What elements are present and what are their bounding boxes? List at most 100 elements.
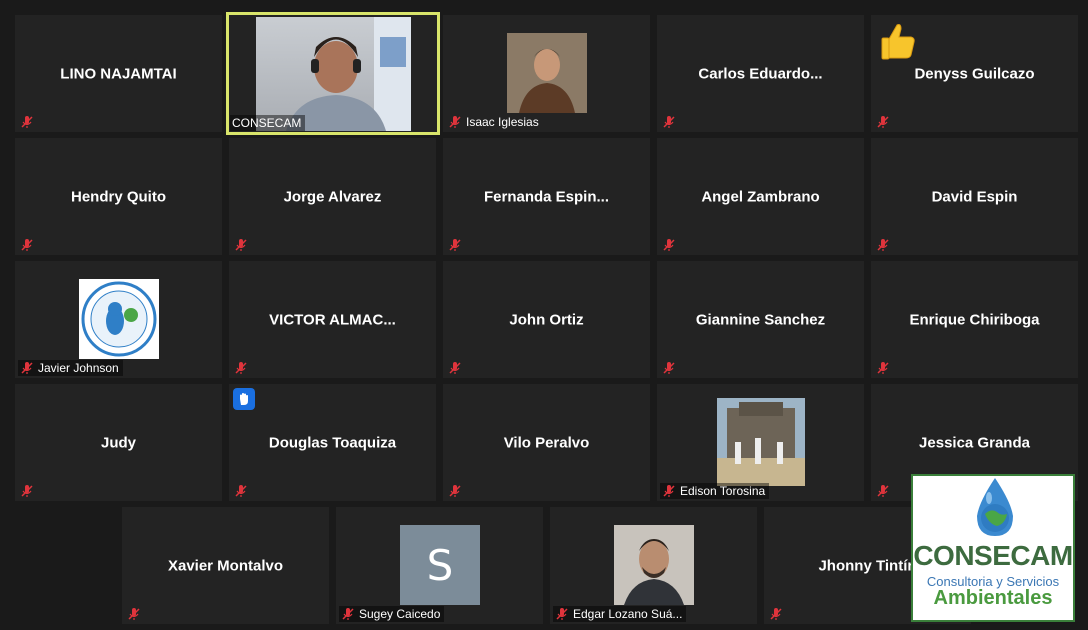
tile-footer — [18, 237, 38, 253]
participant-tile-judy[interactable]: Judy — [15, 384, 222, 501]
participant-name: David Espin — [931, 188, 1018, 205]
participant-tile-giannine-sanchez[interactable]: Giannine Sanchez — [657, 261, 864, 378]
participant-name: Carlos Eduardo... — [698, 65, 823, 82]
consecam-logo-overlay: CONSECAM Consultoria y Servicios Ambient… — [911, 474, 1075, 622]
mic-muted-icon — [21, 485, 33, 497]
tile-footer: Sugey Caicedo — [339, 606, 445, 622]
mic-muted-icon — [21, 239, 33, 251]
participant-tile-victor-almac[interactable]: VICTOR ALMAC... — [229, 261, 436, 378]
participant-tile-enrique-chiriboga[interactable]: Enrique Chiriboga — [871, 261, 1078, 378]
mic-muted-icon — [235, 362, 247, 374]
mic-muted-icon — [342, 608, 354, 620]
mic-muted-icon — [21, 362, 33, 374]
participant-tile-xavier-montalvo[interactable]: Xavier Montalvo — [122, 507, 329, 624]
participant-tile-hendry-quito[interactable]: Hendry Quito — [15, 138, 222, 255]
participant-label: CONSECAM — [232, 116, 302, 130]
participant-tile-edgar-lozano[interactable]: Edgar Lozano Suá... — [550, 507, 757, 624]
participant-label: Edgar Lozano Suá... — [573, 607, 683, 621]
participant-tile-david-espin[interactable]: David Espin — [871, 138, 1078, 255]
profile-photo — [614, 525, 694, 605]
tile-footer — [660, 114, 680, 130]
participant-name: Judy — [100, 434, 136, 451]
participant-tile-fernanda-espin[interactable]: Fernanda Espin... — [443, 138, 650, 255]
mic-muted-icon — [877, 239, 889, 251]
participant-name: Douglas Toaquiza — [268, 434, 397, 451]
tile-footer — [874, 483, 894, 499]
tile-footer — [18, 483, 38, 499]
participant-name: VICTOR ALMAC... — [269, 311, 396, 328]
participant-tile-edison-torosina[interactable]: Edison Torosina — [657, 384, 864, 501]
video-feed — [256, 17, 411, 131]
participant-name: Jessica Granda — [919, 434, 1030, 451]
participant-name: Vilo Peralvo — [503, 434, 590, 451]
participant-label: Edison Torosina — [680, 484, 766, 498]
mic-muted-icon — [877, 116, 889, 128]
participant-tile-carlos-eduardo[interactable]: Carlos Eduardo... — [657, 15, 864, 132]
participant-tile-lino-najamtai[interactable]: LINO NAJAMTAI — [15, 15, 222, 132]
mic-muted-icon — [21, 116, 33, 128]
tile-footer — [660, 360, 680, 376]
participant-tile-denyss-guilcazo[interactable]: Denyss Guilcazo — [871, 15, 1078, 132]
participant-label: Isaac Iglesias — [466, 115, 539, 129]
thumbs-up-icon — [881, 24, 915, 60]
profile-photo-logo — [79, 279, 159, 359]
participant-name: Xavier Montalvo — [167, 557, 284, 574]
participant-tile-jorge-alvarez[interactable]: Jorge Alvarez — [229, 138, 436, 255]
tile-footer — [767, 606, 787, 622]
participant-tile-angel-zambrano[interactable]: Angel Zambrano — [657, 138, 864, 255]
tile-footer: Isaac Iglesias — [446, 114, 543, 130]
tile-footer — [446, 360, 466, 376]
tile-footer — [874, 114, 894, 130]
participant-name: LINO NAJAMTAI — [60, 65, 177, 82]
mic-muted-icon — [235, 485, 247, 497]
participant-name: Angel Zambrano — [701, 188, 820, 205]
participant-tile-douglas-toaquiza[interactable]: Douglas Toaquiza — [229, 384, 436, 501]
water-drop-globe-icon — [977, 478, 1013, 536]
participant-name: Jorge Alvarez — [283, 188, 382, 205]
participant-tile-consecam[interactable]: CONSECAM — [226, 12, 440, 135]
participant-name: Fernanda Espin... — [483, 188, 610, 205]
mic-muted-icon — [663, 485, 675, 497]
tile-footer — [874, 360, 894, 376]
participant-label: Javier Johnson — [38, 361, 119, 375]
participant-name: Giannine Sanchez — [695, 311, 826, 328]
tile-footer: CONSECAM — [230, 115, 306, 131]
tile-footer — [125, 606, 145, 622]
participant-name: John Ortiz — [509, 311, 584, 328]
tile-footer — [18, 114, 38, 130]
participant-tile-vilo-peralvo[interactable]: Vilo Peralvo — [443, 384, 650, 501]
mic-muted-icon — [663, 116, 675, 128]
mic-muted-icon — [128, 608, 140, 620]
participant-label: Sugey Caicedo — [359, 607, 441, 621]
logo-title: CONSECAM — [913, 540, 1073, 571]
participant-tile-sugey-caicedo[interactable]: S Sugey Caicedo — [336, 507, 543, 624]
tile-footer — [446, 483, 466, 499]
tile-footer: Edison Torosina — [660, 483, 770, 499]
avatar-initial: S — [400, 525, 480, 605]
participant-tile-isaac-iglesias[interactable]: Isaac Iglesias — [443, 15, 650, 132]
tile-footer — [232, 483, 252, 499]
mic-muted-icon — [877, 485, 889, 497]
mic-muted-icon — [449, 362, 461, 374]
tile-footer — [232, 360, 252, 376]
mic-muted-icon — [663, 362, 675, 374]
mic-muted-icon — [877, 362, 889, 374]
participant-name: Hendry Quito — [70, 188, 166, 205]
tile-footer — [446, 237, 466, 253]
participant-tile-javier-johnson[interactable]: Javier Johnson — [15, 261, 222, 378]
tile-footer: Javier Johnson — [18, 360, 123, 376]
raised-hand-icon — [233, 388, 255, 410]
mic-muted-icon — [770, 608, 782, 620]
mic-muted-icon — [449, 485, 461, 497]
tile-footer: Edgar Lozano Suá... — [553, 606, 687, 622]
logo-subtitle-2: Ambientales — [933, 587, 1053, 609]
mic-muted-icon — [663, 239, 675, 251]
mic-muted-icon — [449, 239, 461, 251]
tile-footer — [660, 237, 680, 253]
profile-photo — [507, 33, 587, 113]
mic-muted-icon — [449, 116, 461, 128]
participant-name: Enrique Chiriboga — [909, 311, 1040, 328]
participant-tile-john-ortiz[interactable]: John Ortiz — [443, 261, 650, 378]
profile-photo — [717, 398, 805, 486]
mic-muted-icon — [235, 239, 247, 251]
